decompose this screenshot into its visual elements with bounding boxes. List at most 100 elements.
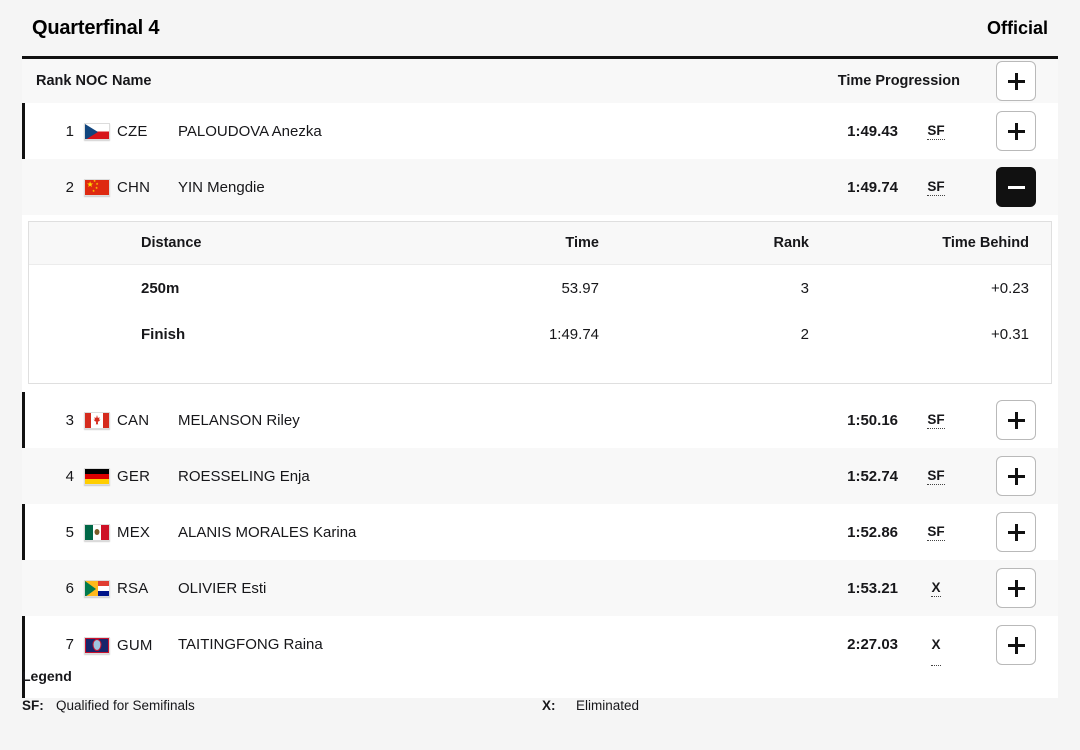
row-expand-button[interactable] <box>996 400 1036 440</box>
plus-icon <box>1007 523 1025 541</box>
expand-all-button[interactable] <box>996 61 1036 101</box>
table-row[interactable]: 6 RSA OLIVIER Esti 1:53.21 X <box>22 560 1058 616</box>
cell-toggle <box>974 625 1058 665</box>
cell-rank: 6 <box>65 579 74 597</box>
row-accent-bar <box>22 103 25 159</box>
cell-rank: 1 <box>65 122 74 140</box>
cell-toggle <box>974 167 1058 207</box>
column-header-distance: Distance <box>141 235 202 251</box>
cell-noc: GER <box>74 467 166 485</box>
row-collapse-button[interactable] <box>996 167 1036 207</box>
column-header-split-rank: Rank <box>773 235 809 251</box>
page-title: Quarterfinal 4 <box>32 16 160 39</box>
column-header-name: Name <box>112 73 152 89</box>
table-row[interactable]: 4 GER ROESSELING Enja 1:52.74 SF <box>22 448 1058 504</box>
split-distance: 250m <box>141 279 180 297</box>
row-expand-button[interactable] <box>996 512 1036 552</box>
cell-noc: CAN <box>74 411 166 429</box>
table-row[interactable]: 2 ★ ★ ★ ★ ★ CHN YIN Mengdie 1:49.74 SF <box>22 159 1058 215</box>
column-header-rank-noc: Rank NOC <box>36 73 108 89</box>
plus-icon <box>1007 467 1025 485</box>
cell-toggle <box>974 568 1058 608</box>
cell-noc: MEX <box>74 523 166 541</box>
legend-items: SF: Qualified for Semifinals X: Eliminat… <box>22 698 1058 713</box>
gum-flag <box>84 636 110 654</box>
progression-code: SF <box>927 412 945 429</box>
split-rank: 3 <box>800 279 809 297</box>
plus-icon <box>1007 579 1025 597</box>
row-accent-bar <box>22 560 25 616</box>
legend-key: SF: <box>22 698 44 713</box>
cell-noc: CZE <box>74 122 166 140</box>
table-row[interactable]: 5 MEX ALANIS MORALES Karina 1:52.86 SF <box>22 504 1058 560</box>
can-flag <box>84 411 110 429</box>
row-accent-bar <box>22 448 25 504</box>
noc-code: RSA <box>117 579 149 597</box>
row-expand-button[interactable] <box>996 625 1036 665</box>
plus-icon <box>1007 411 1025 429</box>
rsa-flag <box>84 579 110 597</box>
cell-time: 1:53.21 <box>847 579 898 597</box>
cell-noc: GUM <box>74 626 166 664</box>
column-header-split-time: Time <box>565 235 599 251</box>
cell-progression: SF <box>898 122 974 140</box>
split-detail-table: Distance Time Rank Time Behind 250m 53.9… <box>28 221 1052 384</box>
cell-time: 1:52.86 <box>847 523 898 541</box>
noc-code: CHN <box>117 178 151 196</box>
cell-progression: X <box>898 626 974 666</box>
split-time: 1:49.74 <box>548 325 599 343</box>
cell-time: 1:49.74 <box>847 178 898 196</box>
cell-toggle <box>974 400 1058 440</box>
cell-name: YIN Mengdie <box>178 178 265 196</box>
table-row[interactable]: 3 CAN MELANSON Riley 1:50.16 SF <box>22 392 1058 448</box>
progression-code: SF <box>927 179 945 196</box>
split-rank: 2 <box>800 325 809 343</box>
progression-code: SF <box>927 123 945 140</box>
cell-name: ROESSELING Enja <box>178 467 310 485</box>
cell-time: 1:50.16 <box>847 411 898 429</box>
split-detail-footer-space <box>29 357 1051 383</box>
cell-name: OLIVIER Esti <box>178 579 267 597</box>
cell-progression: X <box>898 579 974 597</box>
noc-code: GER <box>117 467 151 485</box>
progression-code: SF <box>927 468 945 485</box>
cell-time: 2:27.03 <box>847 636 898 653</box>
cell-progression: SF <box>898 467 974 485</box>
expand-all-cell <box>974 61 1058 101</box>
legend-title: Legend <box>22 668 72 684</box>
cell-progression: SF <box>898 523 974 541</box>
plus-icon <box>1007 72 1025 90</box>
status-badge: Official <box>986 17 1048 38</box>
page-header: Quarterfinal 4 Official <box>0 0 1080 56</box>
row-expand-button[interactable] <box>996 111 1036 151</box>
cell-time: 1:49.43 <box>847 122 898 140</box>
table-header-row: Rank NOC Name Time Progression <box>22 59 1058 103</box>
cell-name: PALOUDOVA Anezka <box>178 122 322 140</box>
split-detail-row: 250m 53.97 3 +0.23 <box>29 265 1051 311</box>
row-accent-bar <box>22 159 25 215</box>
column-header-time-progression: Time Progression <box>837 73 960 89</box>
noc-code: CAN <box>117 411 150 429</box>
cell-rank: 7 <box>65 636 74 653</box>
noc-code: CZE <box>117 122 148 140</box>
split-distance: Finish <box>141 325 186 343</box>
row-expand-button[interactable] <box>996 456 1036 496</box>
cell-noc: ★ ★ ★ ★ ★ CHN <box>74 178 166 196</box>
table-row[interactable]: 1 CZE PALOUDOVA Anezka 1:49.43 SF <box>22 103 1058 159</box>
chn-flag: ★ ★ ★ ★ ★ <box>84 178 110 196</box>
minus-icon <box>1007 179 1025 196</box>
progression-code: SF <box>927 524 945 541</box>
cell-toggle <box>974 111 1058 151</box>
cell-rank: 3 <box>65 411 74 429</box>
legend-value: Qualified for Semifinals <box>56 698 195 713</box>
row-expand-button[interactable] <box>996 568 1036 608</box>
noc-code: MEX <box>117 523 151 541</box>
progression-code: X <box>931 626 941 666</box>
column-header-time-behind: Time Behind <box>942 235 1029 251</box>
legend-key: X: <box>542 698 556 713</box>
split-detail-header-row: Distance Time Rank Time Behind <box>29 222 1051 265</box>
mex-flag <box>84 523 110 541</box>
cze-flag <box>84 122 110 140</box>
cell-name: ALANIS MORALES Karina <box>178 523 357 541</box>
plus-icon <box>1007 122 1025 140</box>
